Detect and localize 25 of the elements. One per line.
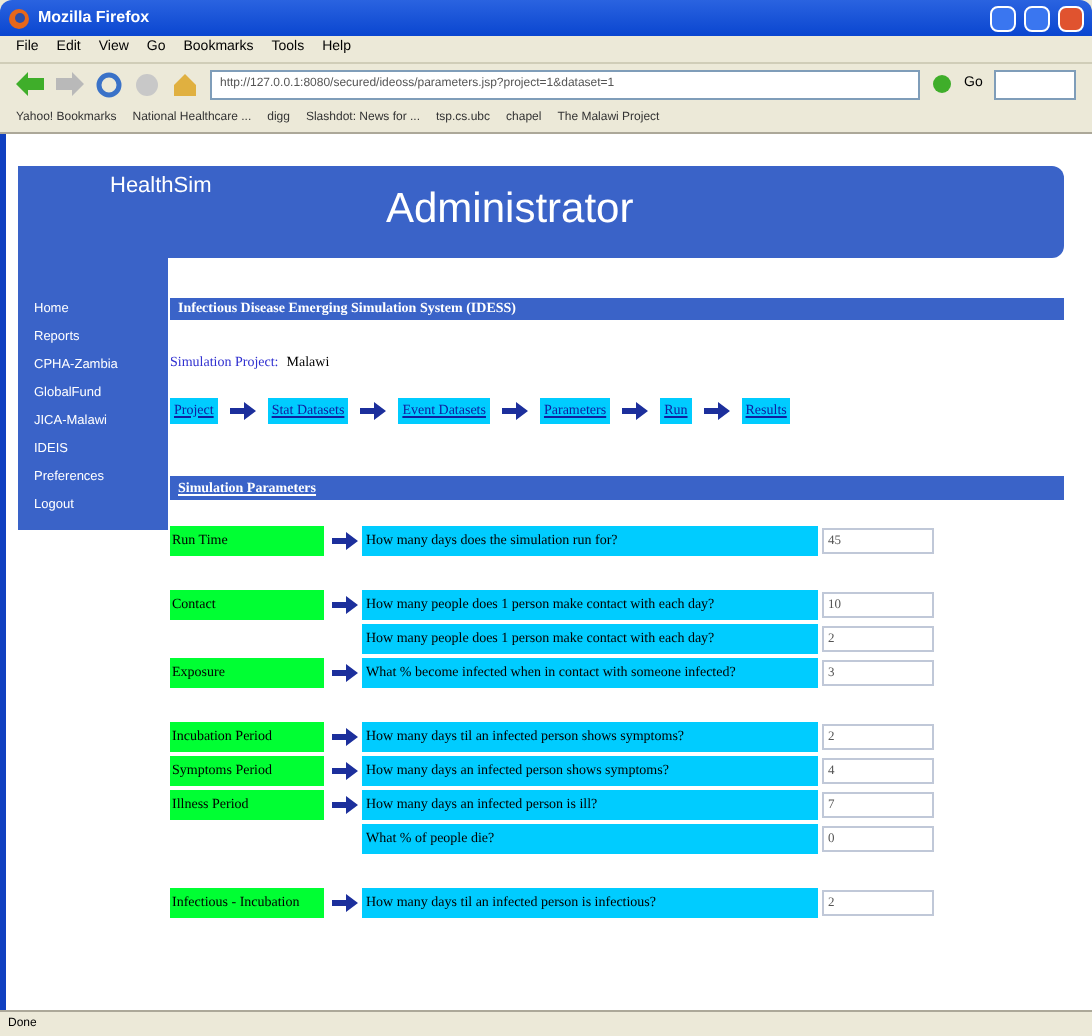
window-title: Mozilla Firefox — [38, 6, 150, 30]
arrow-icon — [229, 401, 256, 419]
home-icon[interactable] — [172, 71, 198, 97]
arrow-icon — [703, 401, 730, 419]
close-button[interactable] — [1058, 5, 1084, 31]
arrow-icon — [332, 727, 358, 745]
minimize-button[interactable] — [990, 5, 1016, 31]
arrow-icon — [332, 663, 358, 681]
maximize-button[interactable] — [1024, 5, 1050, 31]
reload-icon[interactable] — [96, 71, 122, 97]
arrow-icon — [332, 795, 358, 813]
arrow-icon — [332, 761, 358, 779]
arrow-icon — [332, 595, 358, 613]
arrow-icon — [360, 401, 387, 419]
arrow-icon — [501, 401, 528, 419]
firefox-icon — [8, 7, 30, 29]
back-icon[interactable] — [16, 72, 44, 96]
go-icon[interactable] — [932, 74, 952, 94]
site-logo: HealthSim — [110, 172, 214, 202]
arrow-icon — [332, 531, 358, 549]
arrow-icon — [332, 893, 358, 911]
search-field[interactable] — [994, 69, 1076, 99]
forward-icon[interactable] — [56, 72, 84, 96]
page-title: Administrator — [386, 184, 634, 236]
arrow-icon — [622, 401, 649, 419]
